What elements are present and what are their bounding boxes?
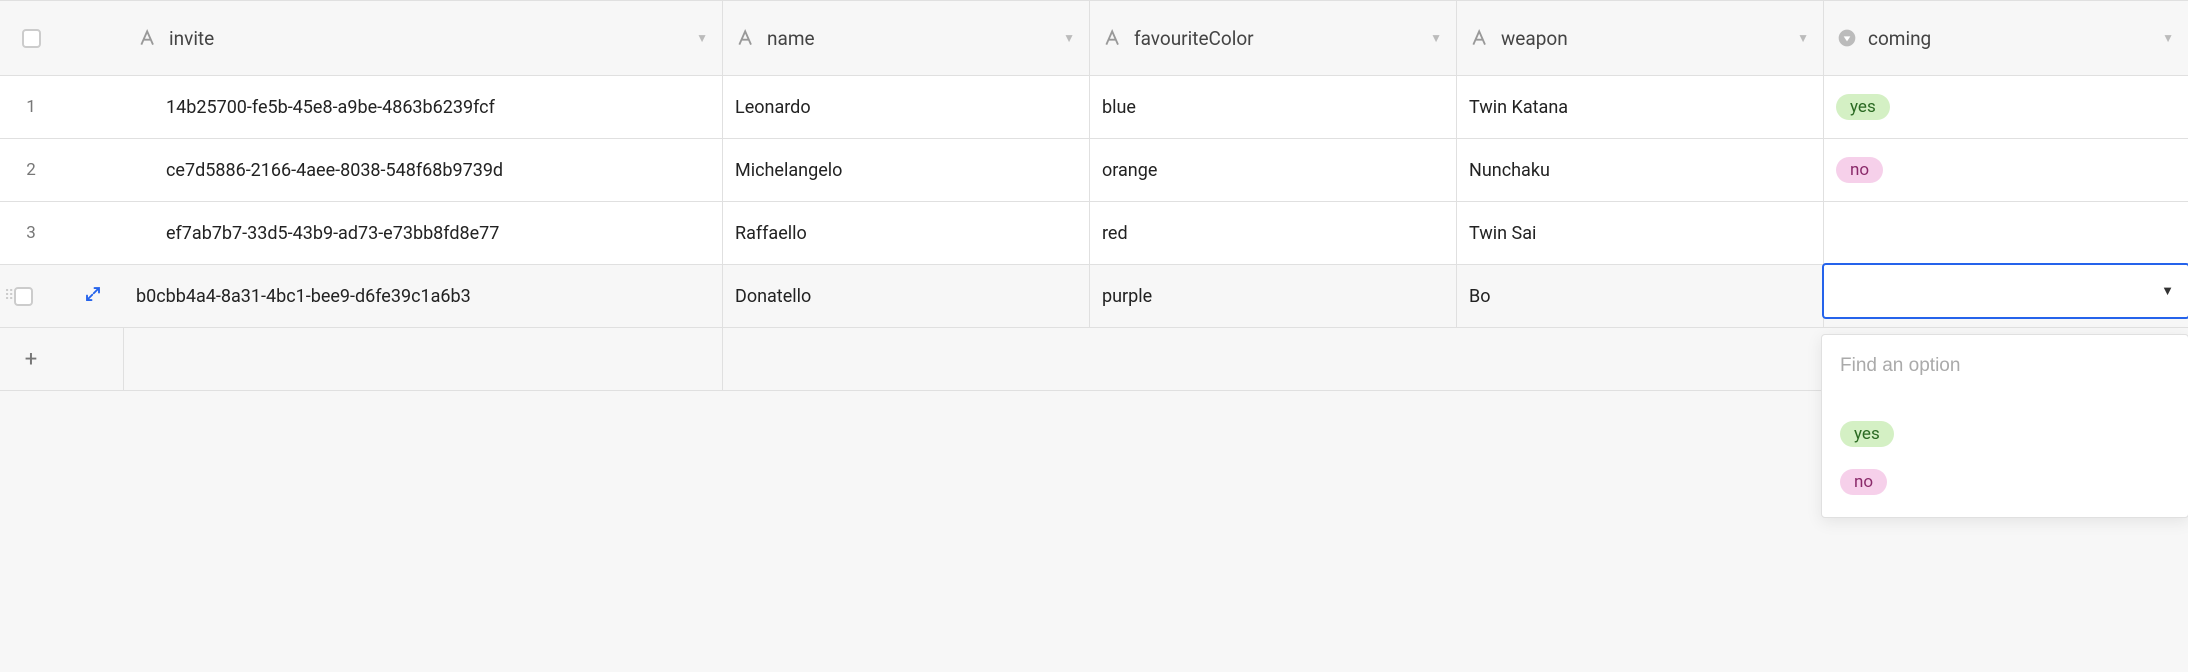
cell-name[interactable]: Michelangelo (723, 139, 1090, 201)
cell-coming-editing[interactable]: ▼ (1824, 265, 2188, 327)
cell-value: orange (1102, 160, 1157, 181)
cell-value: blue (1102, 97, 1136, 118)
cell-value: red (1102, 223, 1128, 244)
row-gutter-active[interactable]: ⠿ (0, 265, 62, 327)
table-row[interactable]: 1 14b25700-fe5b-45e8-a9be-4863b6239fcf L… (0, 76, 2188, 139)
cell-name[interactable]: Leonardo (723, 76, 1090, 138)
row-expand-cell[interactable] (62, 265, 124, 327)
row-gutter (62, 76, 124, 138)
cell-weapon[interactable]: Nunchaku (1457, 139, 1824, 201)
row-number: 1 (26, 97, 36, 117)
select-type-icon (1836, 27, 1858, 49)
dropdown-search-input[interactable] (1840, 355, 2170, 377)
cell-coming[interactable] (1824, 202, 2188, 264)
cell-value: b0cbb4a4-8a31-4bc1-bee9-d6fe39c1a6b3 (136, 286, 471, 307)
cell-invite[interactable]: ef7ab7b7-33d5-43b9-ad73-e73bb8fd8e77 (124, 202, 723, 264)
row-gutter (62, 139, 124, 201)
cell-value: Leonardo (735, 97, 811, 118)
pill-badge: yes (1836, 94, 1890, 120)
chevron-down-icon[interactable]: ▼ (1430, 31, 1442, 45)
pill-badge: yes (1840, 421, 1894, 447)
column-header-coming[interactable]: coming ▼ (1824, 1, 2188, 75)
cell-invite[interactable]: ce7d5886-2166-4aee-8038-548f68b9739d (124, 139, 723, 201)
text-type-icon (1469, 27, 1491, 49)
cell-value: purple (1102, 286, 1152, 307)
column-header-invite[interactable]: invite ▼ (124, 1, 723, 75)
column-label: weapon (1501, 27, 1568, 50)
row-number: 2 (26, 160, 36, 180)
dropdown-option-no[interactable]: no (1840, 469, 2170, 495)
cell-value: ef7ab7b7-33d5-43b9-ad73-e73bb8fd8e77 (166, 223, 499, 244)
column-header-weapon[interactable]: weapon ▼ (1457, 1, 1824, 75)
table-row[interactable]: 2 ce7d5886-2166-4aee-8038-548f68b9739d M… (0, 139, 2188, 202)
cell-invite[interactable]: b0cbb4a4-8a31-4bc1-bee9-d6fe39c1a6b3 (124, 265, 723, 327)
dropdown-option-yes[interactable]: yes (1840, 421, 2170, 447)
drag-handle-icon[interactable]: ⠿ (4, 293, 12, 299)
pill-badge: no (1836, 157, 1883, 183)
column-header-name[interactable]: name ▼ (723, 1, 1090, 75)
cell-value: Twin Sai (1469, 223, 1536, 244)
cell-color[interactable]: blue (1090, 76, 1457, 138)
cell-invite[interactable]: 14b25700-fe5b-45e8-a9be-4863b6239fcf (124, 76, 723, 138)
cell-value: Michelangelo (735, 160, 842, 181)
cell-color[interactable]: purple (1090, 265, 1457, 327)
cell-color[interactable]: red (1090, 202, 1457, 264)
plus-icon: + (25, 347, 37, 372)
expand-icon[interactable] (84, 285, 102, 307)
add-row-button[interactable]: + (0, 328, 62, 390)
table-row[interactable]: ⠿ b0cbb4a4-8a31-4bc1-bee9-d6fe39c1a6b3 D… (0, 265, 2188, 328)
row-checkbox[interactable] (14, 287, 33, 306)
header-gutter (62, 1, 124, 75)
dropdown-search-wrap (1822, 345, 2188, 401)
text-type-icon (137, 27, 159, 49)
add-cell (723, 328, 1090, 390)
cell-value: ce7d5886-2166-4aee-8038-548f68b9739d (166, 160, 503, 181)
chevron-down-icon[interactable]: ▼ (696, 31, 708, 45)
pill-badge: no (1840, 469, 1887, 495)
cell-weapon[interactable]: Twin Katana (1457, 76, 1824, 138)
add-cell (1457, 328, 1824, 390)
select-cell-editor[interactable]: ▼ (1822, 263, 2188, 319)
row-number: 3 (26, 223, 36, 243)
add-cell (1090, 328, 1457, 390)
dropdown-options-list: yes no (1822, 401, 2188, 503)
cell-weapon[interactable]: Twin Sai (1457, 202, 1824, 264)
cell-value: Bo (1469, 286, 1490, 307)
column-label: coming (1868, 27, 1931, 50)
cell-color[interactable]: orange (1090, 139, 1457, 201)
cell-value: Nunchaku (1469, 160, 1550, 181)
cell-name[interactable]: Raffaello (723, 202, 1090, 264)
chevron-down-icon[interactable]: ▼ (1063, 31, 1075, 45)
column-label: name (767, 27, 815, 50)
select-all-checkbox[interactable] (22, 29, 41, 48)
row-number-cell[interactable]: 2 (0, 139, 62, 201)
cell-weapon[interactable]: Bo (1457, 265, 1824, 327)
cell-coming[interactable]: yes (1824, 76, 2188, 138)
table-header-row: invite ▼ name ▼ favouriteColor ▼ (0, 1, 2188, 76)
column-header-color[interactable]: favouriteColor ▼ (1090, 1, 1457, 75)
row-number-cell[interactable]: 3 (0, 202, 62, 264)
row-number-cell[interactable]: 1 (0, 76, 62, 138)
row-gutter (62, 202, 124, 264)
table-row[interactable]: 3 ef7ab7b7-33d5-43b9-ad73-e73bb8fd8e77 R… (0, 202, 2188, 265)
add-cell[interactable] (124, 328, 723, 390)
column-label: favouriteColor (1134, 27, 1254, 50)
data-table: invite ▼ name ▼ favouriteColor ▼ (0, 0, 2188, 391)
select-dropdown-popup[interactable]: yes no (1821, 334, 2188, 518)
caret-down-icon[interactable]: ▼ (2161, 283, 2174, 299)
cell-value: 14b25700-fe5b-45e8-a9be-4863b6239fcf (166, 97, 495, 118)
text-type-icon (735, 27, 757, 49)
add-gutter (62, 328, 124, 390)
cell-value: Twin Katana (1469, 97, 1568, 118)
cell-value: Raffaello (735, 223, 807, 244)
cell-value: Donatello (735, 286, 811, 307)
chevron-down-icon[interactable]: ▼ (2162, 31, 2174, 45)
cell-coming[interactable]: no (1824, 139, 2188, 201)
chevron-down-icon[interactable]: ▼ (1797, 31, 1809, 45)
column-label: invite (169, 27, 214, 50)
header-checkbox-cell[interactable] (0, 1, 62, 75)
cell-name[interactable]: Donatello (723, 265, 1090, 327)
text-type-icon (1102, 27, 1124, 49)
